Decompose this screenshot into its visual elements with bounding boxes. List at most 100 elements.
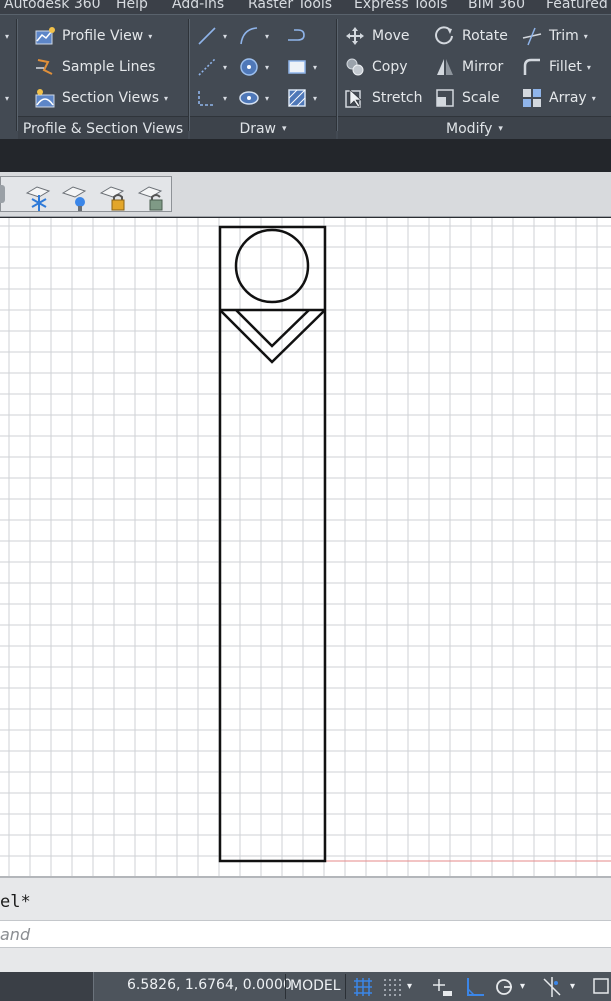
- tab-bim-360[interactable]: BIM 360: [468, 0, 525, 12]
- chevron-down-icon: ▾: [583, 31, 588, 41]
- arc-icon: [238, 25, 260, 47]
- model-space-button[interactable]: MODEL: [285, 974, 346, 999]
- sample-lines-icon: [34, 56, 56, 78]
- mirror-icon: [434, 56, 456, 78]
- polyline-dashed-button[interactable]: ▾: [196, 85, 227, 111]
- chevron-down-icon: ▾: [313, 62, 318, 72]
- chevron-down-icon: ▾: [313, 93, 318, 103]
- drawing-grid: [0, 218, 611, 876]
- line-tool-button[interactable]: ▾: [196, 23, 227, 49]
- polar-tracking-icon[interactable]: [493, 975, 517, 999]
- cursor-coordinates: 6.5826, 1.6764, 0.0000: [127, 977, 292, 993]
- polyline-dashed-icon: [196, 87, 218, 109]
- arc-tool-button[interactable]: ▾: [238, 23, 269, 49]
- panel-title-draw[interactable]: Draw ▾: [190, 116, 336, 140]
- layer-freeze-icon[interactable]: [23, 185, 53, 213]
- clipped-caret-icon[interactable]: ▾: [5, 94, 9, 103]
- command-line: [0, 920, 611, 948]
- move-icon: [344, 25, 366, 47]
- fillet-icon: [521, 56, 543, 78]
- scale-button[interactable]: Scale: [434, 85, 500, 111]
- layer-unlock-icon[interactable]: [135, 185, 165, 213]
- infer-constraints-icon[interactable]: [431, 975, 455, 999]
- fillet-button[interactable]: Fillet ▾: [521, 54, 591, 80]
- ellipse-tool-button[interactable]: ▾: [238, 85, 269, 111]
- profile-view-button[interactable]: Profile View ▾: [34, 23, 152, 49]
- menu-tabs: Autodesk 360 Help Add-ins Raster Tools E…: [0, 0, 611, 14]
- snap-mode-icon[interactable]: [380, 975, 404, 999]
- hatch-tool-button[interactable]: ▾: [286, 85, 317, 111]
- chevron-down-icon: ▾: [498, 123, 503, 134]
- construction-line-button[interactable]: ▾: [196, 54, 227, 80]
- command-window: el*: [0, 876, 611, 972]
- chevron-down-icon: ▾: [586, 62, 591, 72]
- drawing-circle: [234, 228, 310, 304]
- construction-line-icon: [196, 56, 218, 78]
- panel-title-modify[interactable]: Modify ▾: [338, 116, 611, 140]
- chevron-down-icon: ▾: [223, 93, 228, 103]
- rectangle-icon: [286, 56, 308, 78]
- trim-button[interactable]: Trim ▾: [521, 23, 588, 49]
- ribbon: ▾ ▾ Profile View ▾ Sample Lines Section …: [0, 14, 611, 140]
- panel-separator: [188, 19, 190, 131]
- chevron-down-icon: ▾: [223, 62, 228, 72]
- profile-view-icon: [34, 25, 56, 47]
- section-views-icon: [34, 87, 56, 109]
- stretch-button[interactable]: Stretch: [344, 85, 423, 111]
- panel-separator: [16, 19, 18, 131]
- tab-help[interactable]: Help: [116, 0, 148, 12]
- array-button[interactable]: Array ▾: [521, 85, 596, 111]
- layer-tools-group: [0, 176, 172, 212]
- rotate-button[interactable]: Rotate: [434, 23, 508, 49]
- copy-button[interactable]: Copy: [344, 54, 408, 80]
- chevron-down-icon[interactable]: ▾: [407, 975, 431, 999]
- layer-bulb-icon[interactable]: [0, 185, 5, 203]
- circle-tool-button[interactable]: ▾: [238, 54, 269, 80]
- object-snap-icon[interactable]: [590, 975, 611, 999]
- tab-add-ins[interactable]: Add-ins: [172, 0, 224, 12]
- rotate-icon: [434, 25, 456, 47]
- command-input[interactable]: [0, 921, 600, 947]
- move-button[interactable]: Move: [344, 23, 410, 49]
- chevron-down-icon: ▾: [591, 93, 596, 103]
- chevron-down-icon: ▾: [163, 93, 168, 103]
- scale-icon: [434, 87, 456, 109]
- tab-autodesk-360[interactable]: Autodesk 360: [4, 0, 101, 12]
- chevron-down-icon: ▾: [223, 31, 228, 41]
- tab-express-tools[interactable]: Express Tools: [354, 0, 448, 12]
- ellipse-icon: [238, 87, 260, 109]
- drawing-canvas[interactable]: [0, 218, 611, 876]
- panel-separator: [336, 19, 338, 131]
- grid-display-icon[interactable]: [351, 975, 375, 999]
- ortho-mode-icon[interactable]: [463, 975, 487, 999]
- trim-icon: [521, 25, 543, 47]
- hatch-icon: [286, 87, 308, 109]
- rectangle-tool-button[interactable]: ▾: [286, 54, 317, 80]
- tab-raster-tools[interactable]: Raster Tools: [248, 0, 332, 12]
- section-views-button[interactable]: Section Views ▾: [34, 85, 168, 111]
- circle-icon: [238, 56, 260, 78]
- drawing-outer-rectangle: [218, 225, 327, 863]
- polyline-tool-button[interactable]: [286, 23, 308, 49]
- panel-title-profile-section-views[interactable]: Profile & Section Views: [18, 116, 188, 140]
- chevron-down-icon: ▾: [265, 31, 270, 41]
- clipped-caret-icon[interactable]: ▾: [5, 32, 9, 41]
- layer-lock-icon[interactable]: [97, 185, 127, 213]
- chevron-down-icon: ▾: [148, 31, 153, 41]
- layer-isolate-icon[interactable]: [59, 185, 89, 213]
- layer-toolbar: [0, 172, 611, 217]
- command-history: el*: [0, 892, 31, 912]
- sample-lines-button[interactable]: Sample Lines: [34, 54, 155, 80]
- chevron-down-icon: ▾: [282, 123, 287, 134]
- drawing-chevron-outer: [219, 309, 326, 364]
- isometric-drafting-icon[interactable]: [540, 975, 564, 999]
- document-tabs-strip: [0, 139, 611, 172]
- stretch-icon: [344, 87, 366, 109]
- line-icon: [196, 25, 218, 47]
- mirror-button[interactable]: Mirror: [434, 54, 503, 80]
- tab-featured-apps[interactable]: Featured Apps: [546, 0, 611, 12]
- chevron-down-icon: ▾: [265, 62, 270, 72]
- drawing-chevron-inner: [235, 309, 310, 348]
- copy-icon: [344, 56, 366, 78]
- status-bar: 6.5826, 1.6764, 0.0000 MODEL ▾ ▾ ▾: [0, 972, 611, 1001]
